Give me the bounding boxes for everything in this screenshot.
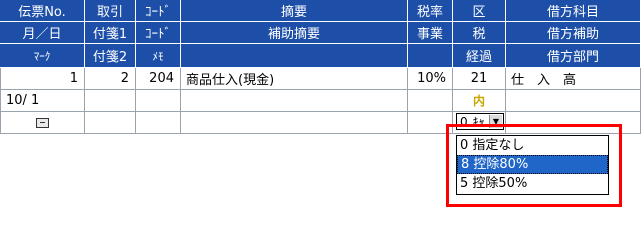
category-cell[interactable]: 21 [453, 68, 506, 90]
header-debit-account: 借方科目 [506, 0, 641, 22]
header-transaction: 取引 [85, 0, 136, 22]
code2-cell[interactable] [136, 90, 181, 112]
tag1-cell[interactable] [85, 90, 136, 112]
mark-cell[interactable] [0, 112, 85, 134]
header-row-1: 伝票No. 取引 ｺｰﾄﾞ 摘要 税率 区 借方科目 [0, 0, 641, 22]
header-debit-dept: 借方部門 [506, 44, 641, 68]
header-transition: 経過 [453, 44, 506, 68]
tax-type-cell[interactable]: 内 [453, 90, 506, 112]
memo-icon[interactable] [36, 117, 49, 128]
header-blank-2 [408, 44, 453, 68]
debit-sub-cell[interactable] [506, 90, 641, 112]
header-summary: 摘要 [181, 0, 408, 22]
header-date: 月／日 [0, 22, 85, 44]
business-cell[interactable] [408, 90, 453, 112]
slip-no-cell[interactable]: 1 [0, 68, 85, 90]
header-slip-no: 伝票No. [0, 0, 85, 22]
header-sub-summary: 補助摘要 [181, 22, 408, 44]
tag2-cell[interactable] [85, 112, 136, 134]
header-memo: ﾒﾓ [136, 44, 181, 68]
memo-cell[interactable] [136, 112, 181, 134]
tax-inclusive-badge: 内 [472, 94, 485, 108]
blank-cell-1 [181, 112, 408, 134]
header-code2: ｺｰﾄﾞ [136, 22, 181, 44]
entry-row-1: 1 2 204 商品仕入(現金) 10% 21 仕 入 高 [0, 68, 641, 90]
header-business: 事業 [408, 22, 453, 44]
header-tax-rate: 税率 [408, 0, 453, 22]
debit-account-cell[interactable]: 仕 入 高 [506, 68, 641, 90]
header-code: ｺｰﾄﾞ [136, 0, 181, 22]
header-debit-sub: 借方補助 [506, 22, 641, 44]
date-cell[interactable]: 10/ 1 [0, 90, 85, 112]
header-tag1: 付箋1 [85, 22, 136, 44]
header-mark: ﾏｰｸ [0, 44, 85, 68]
header-blank-1 [181, 44, 408, 68]
header-tax: 税 [453, 22, 506, 44]
header-tag2: 付箋2 [85, 44, 136, 68]
tax-rate-cell[interactable]: 10% [408, 68, 453, 90]
transaction-cell[interactable]: 2 [85, 68, 136, 90]
entry-row-2: 10/ 1 内 [0, 90, 641, 112]
highlight-frame [446, 124, 622, 207]
sub-summary-cell[interactable] [181, 90, 408, 112]
header-row-3: ﾏｰｸ 付箋2 ﾒﾓ 経過 借方部門 [0, 44, 641, 68]
summary-cell[interactable]: 商品仕入(現金) [181, 68, 408, 90]
header-row-2: 月／日 付箋1 ｺｰﾄﾞ 補助摘要 事業 税 借方補助 [0, 22, 641, 44]
header-category: 区 [453, 0, 506, 22]
code-cell[interactable]: 204 [136, 68, 181, 90]
